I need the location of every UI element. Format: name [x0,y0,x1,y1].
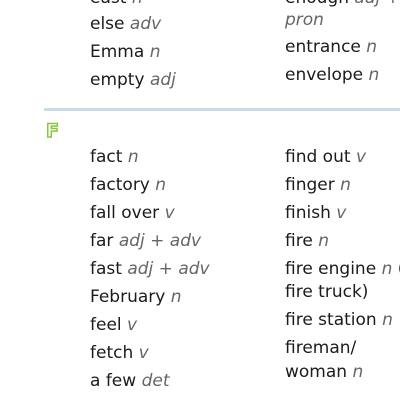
entry-pos: adj + [354,0,400,8]
entry-find-out: find out v [285,145,366,169]
entry-word: finger [285,175,335,195]
entry-pos: n [381,259,393,279]
entry-word: fetch [90,343,134,363]
entry-factory: factory n [90,173,166,197]
entry-a-few: a few det [90,369,170,393]
entry-word: fast [90,259,122,279]
entry-word: fire engine [285,259,377,279]
entry-fire: fire n [285,229,329,253]
entry-pos: adj + adv [118,231,202,251]
entry-word: fireman/ [285,338,357,358]
section-divider [44,108,400,111]
entry-word: east [90,0,126,8]
entry-pos: n [170,287,182,307]
entry-word: far [90,231,114,251]
entry-pos: adv [129,14,162,34]
entry-word: envelope [285,65,364,85]
entry-finger: finger n [285,173,351,197]
section-letter-heading: F [45,119,59,143]
entry-entrance: entrance n [285,35,377,59]
entry-word: factory [90,175,150,195]
entry-fire-engine: fire engine n (U [285,257,400,281]
entry-fall-over: fall over v [90,201,175,225]
entry-pos: n [132,0,143,8]
entry-word: entrance [285,37,361,57]
entry-pos: pron [285,10,324,30]
entry-pos: adj [149,70,176,90]
entry-pos: n [127,147,139,167]
entry-word: Emma [90,42,145,62]
entry-finish: finish v [285,201,346,225]
entry-else: else adv [90,12,161,36]
entry-word: empty [90,70,145,90]
entry-word: fire [285,231,313,251]
entry-word: else [90,14,125,34]
entry-feel: feel v [90,313,137,337]
entry-fireman: fireman/ [285,336,356,360]
entry-word: fact [90,147,123,167]
entry-pos: v [355,147,366,167]
entry-word: February [90,287,166,307]
entry-word: feel [90,315,122,335]
entry-pos: v [127,315,138,335]
entry-emma: Emma n [90,40,160,64]
entry-word: fire truck) [285,282,369,302]
entry-pos: v [164,203,175,223]
entry-word: fire station [285,310,377,330]
entry-fire-station: fire station n [285,308,393,332]
entry-far: far adj + adv [90,229,201,253]
entry-word: woman [285,362,348,382]
entry-envelope: envelope n [285,63,379,87]
entry-pos: n [382,310,393,330]
entry-word: fall over [90,203,160,223]
entry-pos: adj + adv [127,259,210,279]
entry-pos: v [336,203,347,223]
entry-pos: n [149,42,161,62]
entry-word: find out [285,147,351,167]
entry-word: enough [285,0,349,8]
entry-pos: v [138,343,149,363]
entry-pos: n [368,65,380,85]
entry-empty: empty adj [90,68,176,92]
entry-woman: woman n [285,360,363,384]
entry-fetch: fetch v [90,341,149,365]
entry-pos: det [141,371,170,391]
entry-fast: fast adj + adv [90,257,210,281]
entry-february: February n [90,285,182,309]
entry-pos: n [340,175,351,195]
entry-pos: n [366,37,378,57]
entry-east: east n [90,0,143,10]
entry-word: a few [90,371,137,391]
entry-fact: fact n [90,145,139,169]
entry-word: finish [285,203,331,223]
entry-enough-cont: pron [285,8,324,32]
entry-fire-truck: fire truck) [285,280,368,304]
entry-pos: n [155,175,167,195]
entry-pos: n [318,231,329,251]
entry-pos: n [352,362,364,382]
